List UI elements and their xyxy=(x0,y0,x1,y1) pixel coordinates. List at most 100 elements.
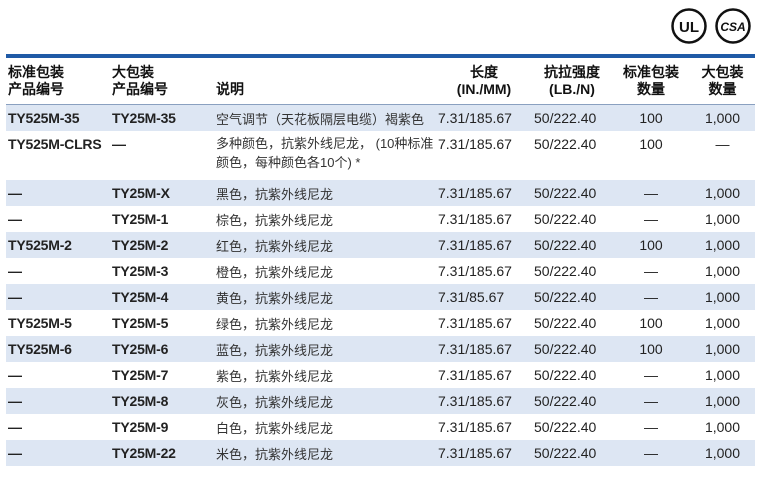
cell-length: 7.31/185.67 xyxy=(438,367,512,383)
cell-std-part: TY525M-35 xyxy=(6,104,110,131)
table-row: — TY25M-22 米色，抗紫外线尼龙 7.31/185.67 50/222.40—1… xyxy=(6,440,755,466)
cell-std-qty: — xyxy=(612,440,690,466)
cell-length: 7.31/185.67 xyxy=(436,180,532,206)
table-row: TY525M-5 TY25M-5 绿色，抗紫外线尼龙 7.31/185.67 50/22… xyxy=(6,310,755,336)
cell-tensile: 50/222.40 xyxy=(532,336,612,362)
cell-bulk-qty: 1,000 xyxy=(704,419,741,435)
header-bulk-part: 大包装 产品编号 xyxy=(110,64,214,105)
cell-bulk-qty: 1,000 xyxy=(704,211,741,227)
table-row: TY525M-2 TY25M-2 红色，抗紫外线尼龙 7.31/185.67 50/22… xyxy=(6,232,755,258)
cell-std-part: TY525M-6 xyxy=(6,336,110,362)
cell-tensile: 50/222.40 xyxy=(532,440,612,466)
cell-length: 7.31/185.67 xyxy=(438,136,512,152)
cell-bulk-part: TY25M-2 xyxy=(110,232,214,258)
cell-tensile: 50/222.40 xyxy=(534,211,597,227)
cell-bulk-qty: 1,000 xyxy=(704,367,741,383)
cell-tensile: 50/222.40 xyxy=(534,315,597,331)
csa-logo-icon: CSA xyxy=(715,8,751,44)
cell-std-qty: 100 xyxy=(612,104,690,131)
cell-description: 红色，抗紫外线尼龙 xyxy=(214,232,436,258)
cell-std-part: — xyxy=(8,263,22,279)
cell-std-part: — xyxy=(8,367,22,383)
cell-description: 多种颜色，抗紫外线尼龙， (10种标准颜色，每种颜色各10个) * xyxy=(216,136,434,170)
table-row: — TY25M-4 黄色，抗紫外线尼龙 7.31/85.67 50/222.40—1,0… xyxy=(6,284,755,310)
header-std-part: 标准包装 产品编号 xyxy=(6,64,110,105)
cell-tensile: 50/222.40 xyxy=(534,419,597,435)
cell-bulk-qty: 1,000 xyxy=(690,180,755,206)
cell-std-part: — xyxy=(6,388,110,414)
header-tensile: 抗拉强度 (LB./N) xyxy=(532,64,612,105)
table-row: — TY25M-3 橙色，抗紫外线尼龙 7.31/185.67 50/222.40 — 1,… xyxy=(6,258,755,284)
cell-bulk-part: TY25M-35 xyxy=(110,104,214,131)
cell-bulk-qty: 1,000 xyxy=(704,315,741,331)
cell-std-qty: — xyxy=(644,211,658,227)
cell-description: 蓝色，抗紫外线尼龙 xyxy=(214,336,436,362)
cell-description: 黄色，抗紫外线尼龙 xyxy=(214,284,436,310)
cell-length: 7.31/185.67 xyxy=(436,388,532,414)
cell-bulk-part: TY25M-7 xyxy=(112,367,169,383)
header-std-qty: 标准包装 数量 xyxy=(612,64,690,105)
cell-std-part: — xyxy=(8,211,22,227)
cell-bulk-qty: 1,000 xyxy=(704,263,741,279)
svg-text:CSA: CSA xyxy=(720,20,745,34)
cell-tensile: 50/222.40 xyxy=(532,104,612,131)
header-rule xyxy=(6,54,755,58)
cell-bulk-part: TY25M-X xyxy=(110,180,214,206)
table-header-row: 标准包装 产品编号 大包装 产品编号 说明 长度 (IN./MM) 抗拉强度 (LB./… xyxy=(6,64,755,105)
cell-bulk-qty: 1,000 xyxy=(690,336,755,362)
cell-length: 7.31/185.67 xyxy=(436,336,532,362)
table-row: — TY25M-1 棕色，抗紫外线尼龙 7.31/185.67 50/222.40 — 1,… xyxy=(6,206,755,232)
cell-bulk-part: TY25M-5 xyxy=(112,315,169,331)
cell-description: 白色，抗紫外线尼龙 xyxy=(216,420,334,436)
header-description: 说明 xyxy=(214,64,436,105)
cell-std-part: TY525M-2 xyxy=(6,232,110,258)
cell-bulk-qty: 1,000 xyxy=(690,388,755,414)
cell-std-part: — xyxy=(6,180,110,206)
cell-description: 灰色，抗紫外线尼龙 xyxy=(214,388,436,414)
cell-tensile: 50/222.40 xyxy=(532,388,612,414)
cell-length: 7.31/185.67 xyxy=(438,315,512,331)
table-row: TY525M-6 TY25M-6 蓝色，抗紫外线尼龙 7.31/185.67 50/22… xyxy=(6,336,755,362)
cell-std-part: TY525M-5 xyxy=(8,315,72,331)
ul-logo-icon: UL xyxy=(671,8,707,44)
cell-tensile: 50/222.40 xyxy=(534,367,597,383)
cell-description: 橙色，抗紫外线尼龙 xyxy=(216,264,334,280)
cell-std-part: — xyxy=(6,284,110,310)
cell-tensile: 50/222.40 xyxy=(532,180,612,206)
cell-std-qty: 100 xyxy=(639,136,663,152)
cell-bulk-qty: 1,000 xyxy=(690,104,755,131)
cell-bulk-part: TY25M-9 xyxy=(112,419,169,435)
cell-std-qty: — xyxy=(644,367,658,383)
cell-description: 空气调节（天花板隔层电缆）褐紫色 xyxy=(214,104,436,131)
cell-std-part: — xyxy=(8,419,22,435)
specification-table: 标准包装 产品编号 大包装 产品编号 说明 长度 (IN./MM) 抗拉强度 (LB./… xyxy=(6,64,755,466)
cell-description: 棕色，抗紫外线尼龙 xyxy=(216,212,334,228)
svg-text:UL: UL xyxy=(679,19,699,36)
table-row: — TY25M-9 白色，抗紫外线尼龙 7.31/185.67 50/222.40 — 1,… xyxy=(6,414,755,440)
cell-std-qty: 100 xyxy=(612,232,690,258)
cell-length: 7.31/185.67 xyxy=(438,263,512,279)
cell-tensile: 50/222.40 xyxy=(532,232,612,258)
cell-length: 7.31/185.67 xyxy=(438,419,512,435)
cell-bulk-part: TY25M-4 xyxy=(110,284,214,310)
header-bulk-qty: 大包装 数量 xyxy=(690,64,755,105)
cell-std-part: — xyxy=(6,440,110,466)
cell-bulk-part: TY25M-6 xyxy=(110,336,214,362)
cell-description: 紫色，抗紫外线尼龙 xyxy=(216,368,334,384)
cell-length: 7.31/185.67 xyxy=(436,232,532,258)
cell-std-qty: — xyxy=(644,419,658,435)
cell-length: 7.31/85.67 xyxy=(436,284,532,310)
table-row: TY525M-CLRS — 多种颜色，抗紫外线尼龙， (10种标准颜色，每种颜色各1… xyxy=(6,131,755,180)
cell-bulk-qty: 1,000 xyxy=(690,284,755,310)
cell-bulk-part: — xyxy=(112,136,126,152)
cell-std-qty: 100 xyxy=(612,336,690,362)
cell-std-qty: 100 xyxy=(639,315,663,331)
cell-description: 米色，抗紫外线尼龙 xyxy=(214,440,436,466)
cell-length: 7.31/185.67 xyxy=(436,440,532,466)
table-row: TY525M-35 TY25M-35 空气调节（天花板隔层电缆）褐紫色 7.31/18… xyxy=(6,104,755,131)
cell-bulk-part: TY25M-1 xyxy=(112,211,169,227)
cell-std-part: TY525M-CLRS xyxy=(8,136,102,152)
cell-std-qty: — xyxy=(612,180,690,206)
cell-length: 7.31/185.67 xyxy=(436,104,532,131)
table-row: — TY25M-7 紫色，抗紫外线尼龙 7.31/185.67 50/222.40 — 1,… xyxy=(6,362,755,388)
